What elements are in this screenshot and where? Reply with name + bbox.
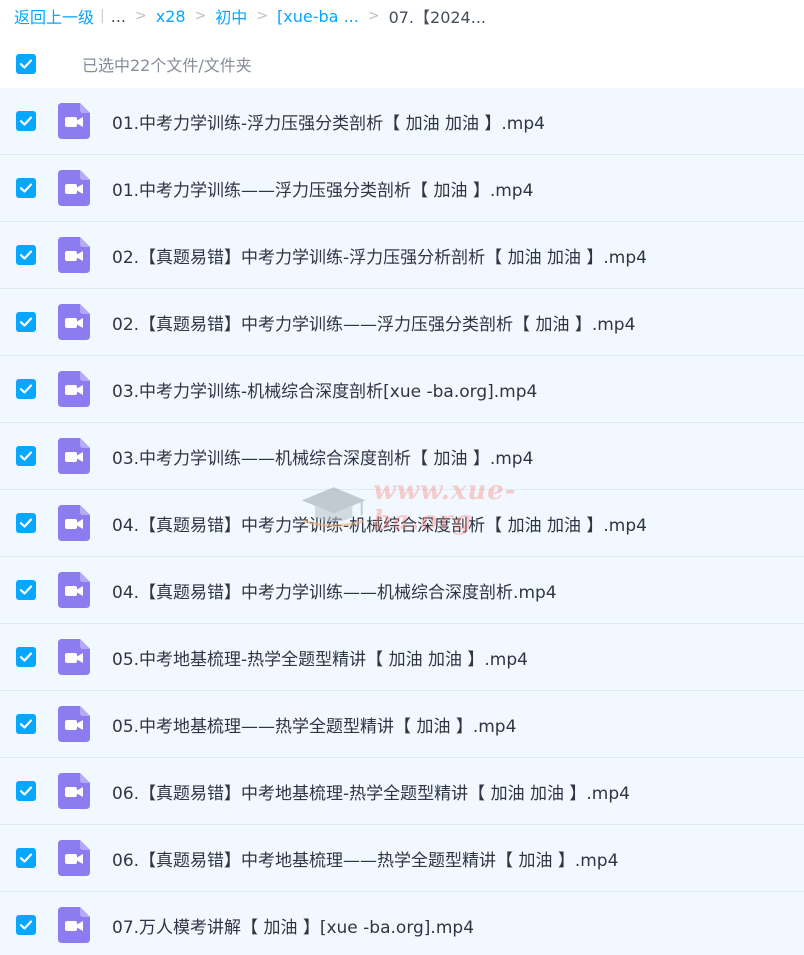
file-checkbox[interactable]: [16, 580, 36, 600]
file-name: 06.【真题易错】中考地基梳理-热学全题型精讲【 加油 加油 】.mp4: [112, 783, 630, 804]
video-file-icon: [58, 706, 90, 742]
video-file-icon: [58, 237, 90, 273]
video-file-icon: [58, 505, 90, 541]
file-name: 02.【真题易错】中考力学训练——浮力压强分类剖析【 加油 】.mp4: [112, 314, 636, 335]
file-name: 03.中考力学训练——机械综合深度剖析【 加油 】.mp4: [112, 448, 534, 469]
file-row[interactable]: 06.【真题易错】中考地基梳理-热学全题型精讲【 加油 加油 】.mp4: [0, 758, 804, 825]
video-file-icon: [58, 304, 90, 340]
file-name: 07.万人模考讲解【 加油 】[xue -ba.org].mp4: [112, 917, 475, 938]
file-checkbox[interactable]: [16, 714, 36, 734]
checkmark-icon: [19, 719, 33, 729]
file-name: 05.中考地基梳理-热学全题型精讲【 加油 加油 】.mp4: [112, 649, 528, 670]
breadcrumb-chevron: >: [194, 8, 207, 24]
breadcrumb-current: 07.【2024...: [388, 8, 486, 27]
file-row[interactable]: 01.中考力学训练——浮力压强分类剖析【 加油 】.mp4: [0, 155, 804, 222]
checkmark-icon: [19, 116, 33, 126]
breadcrumb-chevron: >: [256, 8, 269, 24]
file-checkbox[interactable]: [16, 379, 36, 399]
checkmark-icon: [19, 853, 33, 863]
file-row[interactable]: 05.中考地基梳理-热学全题型精讲【 加油 加油 】.mp4: [0, 624, 804, 691]
file-row[interactable]: 04.【真题易错】中考力学训练——机械综合深度剖析.mp4: [0, 557, 804, 624]
video-file-icon: [58, 170, 90, 206]
checkmark-icon: [19, 183, 33, 193]
checkmark-icon: [19, 920, 33, 930]
checkmark-icon: [19, 317, 33, 327]
video-file-icon: [58, 438, 90, 474]
video-file-icon: [58, 103, 90, 139]
file-checkbox[interactable]: [16, 245, 36, 265]
video-file-icon: [58, 773, 90, 809]
file-checkbox[interactable]: [16, 781, 36, 801]
video-file-icon: [58, 840, 90, 876]
breadcrumb-chevron: >: [367, 8, 380, 24]
breadcrumb-item-x28[interactable]: x28: [156, 7, 186, 26]
selection-bar: 已选中22个文件/文件夹: [0, 44, 804, 84]
file-row[interactable]: 04.【真题易错】中考力学训练-机械综合深度剖析【 加油 加油 】.mp4: [0, 490, 804, 557]
breadcrumb-divider: |: [100, 8, 105, 24]
file-name: 05.中考地基梳理——热学全题型精讲【 加油 】.mp4: [112, 716, 517, 737]
file-checkbox[interactable]: [16, 915, 36, 935]
file-checkbox[interactable]: [16, 647, 36, 667]
file-row[interactable]: 03.中考力学训练-机械综合深度剖析[xue -ba.org].mp4: [0, 356, 804, 423]
file-browser: 返回上一级 | ... > x28 > 初中 > [xue-ba ... > 0…: [0, 0, 804, 955]
checkmark-icon: [19, 518, 33, 528]
file-name: 01.中考力学训练-浮力压强分类剖析【 加油 加油 】.mp4: [112, 113, 545, 134]
selection-count: 已选中22个文件/文件夹: [82, 56, 252, 75]
file-checkbox[interactable]: [16, 848, 36, 868]
file-row[interactable]: 01.中考力学训练-浮力压强分类剖析【 加油 加油 】.mp4: [0, 88, 804, 155]
video-file-icon: [58, 371, 90, 407]
checkmark-icon: [19, 384, 33, 394]
file-checkbox[interactable]: [16, 178, 36, 198]
breadcrumb-chevron: >: [135, 8, 147, 24]
checkmark-icon: [19, 652, 33, 662]
file-row[interactable]: 03.中考力学训练——机械综合深度剖析【 加油 】.mp4: [0, 423, 804, 490]
breadcrumb: 返回上一级 | ... > x28 > 初中 > [xue-ba ... > 0…: [0, 0, 804, 32]
back-link[interactable]: 返回上一级: [14, 4, 94, 28]
file-row[interactable]: 02.【真题易错】中考力学训练——浮力压强分类剖析【 加油 】.mp4: [0, 289, 804, 356]
video-file-icon: [58, 572, 90, 608]
file-name: 01.中考力学训练——浮力压强分类剖析【 加油 】.mp4: [112, 180, 534, 201]
video-file-icon: [58, 639, 90, 675]
file-checkbox[interactable]: [16, 111, 36, 131]
checkmark-icon: [19, 451, 33, 461]
file-checkbox[interactable]: [16, 312, 36, 332]
file-list: 01.中考力学训练-浮力压强分类剖析【 加油 加油 】.mp4 01.中考力学训…: [0, 88, 804, 955]
file-row[interactable]: 06.【真题易错】中考地基梳理——热学全题型精讲【 加油 】.mp4: [0, 825, 804, 892]
checkmark-icon: [19, 59, 33, 69]
file-name: 04.【真题易错】中考力学训练-机械综合深度剖析【 加油 加油 】.mp4: [112, 515, 647, 536]
breadcrumb-item-xueba[interactable]: [xue-ba ...: [277, 7, 359, 26]
breadcrumb-ellipsis[interactable]: ...: [111, 7, 126, 26]
checkmark-icon: [19, 250, 33, 260]
file-name: 02.【真题易错】中考力学训练-浮力压强分析剖析【 加油 加油 】.mp4: [112, 247, 647, 268]
file-checkbox[interactable]: [16, 513, 36, 533]
file-row[interactable]: 02.【真题易错】中考力学训练-浮力压强分析剖析【 加油 加油 】.mp4: [0, 222, 804, 289]
breadcrumb-item-junior[interactable]: 初中: [215, 4, 247, 28]
file-row[interactable]: 05.中考地基梳理——热学全题型精讲【 加油 】.mp4: [0, 691, 804, 758]
file-name: 04.【真题易错】中考力学训练——机械综合深度剖析.mp4: [112, 582, 557, 603]
file-name: 03.中考力学训练-机械综合深度剖析[xue -ba.org].mp4: [112, 381, 538, 402]
file-checkbox[interactable]: [16, 446, 36, 466]
checkmark-icon: [19, 585, 33, 595]
checkmark-icon: [19, 786, 33, 796]
file-name: 06.【真题易错】中考地基梳理——热学全题型精讲【 加油 】.mp4: [112, 850, 619, 871]
file-row[interactable]: 07.万人模考讲解【 加油 】[xue -ba.org].mp4: [0, 892, 804, 955]
select-all-checkbox[interactable]: [16, 54, 36, 74]
video-file-icon: [58, 907, 90, 943]
